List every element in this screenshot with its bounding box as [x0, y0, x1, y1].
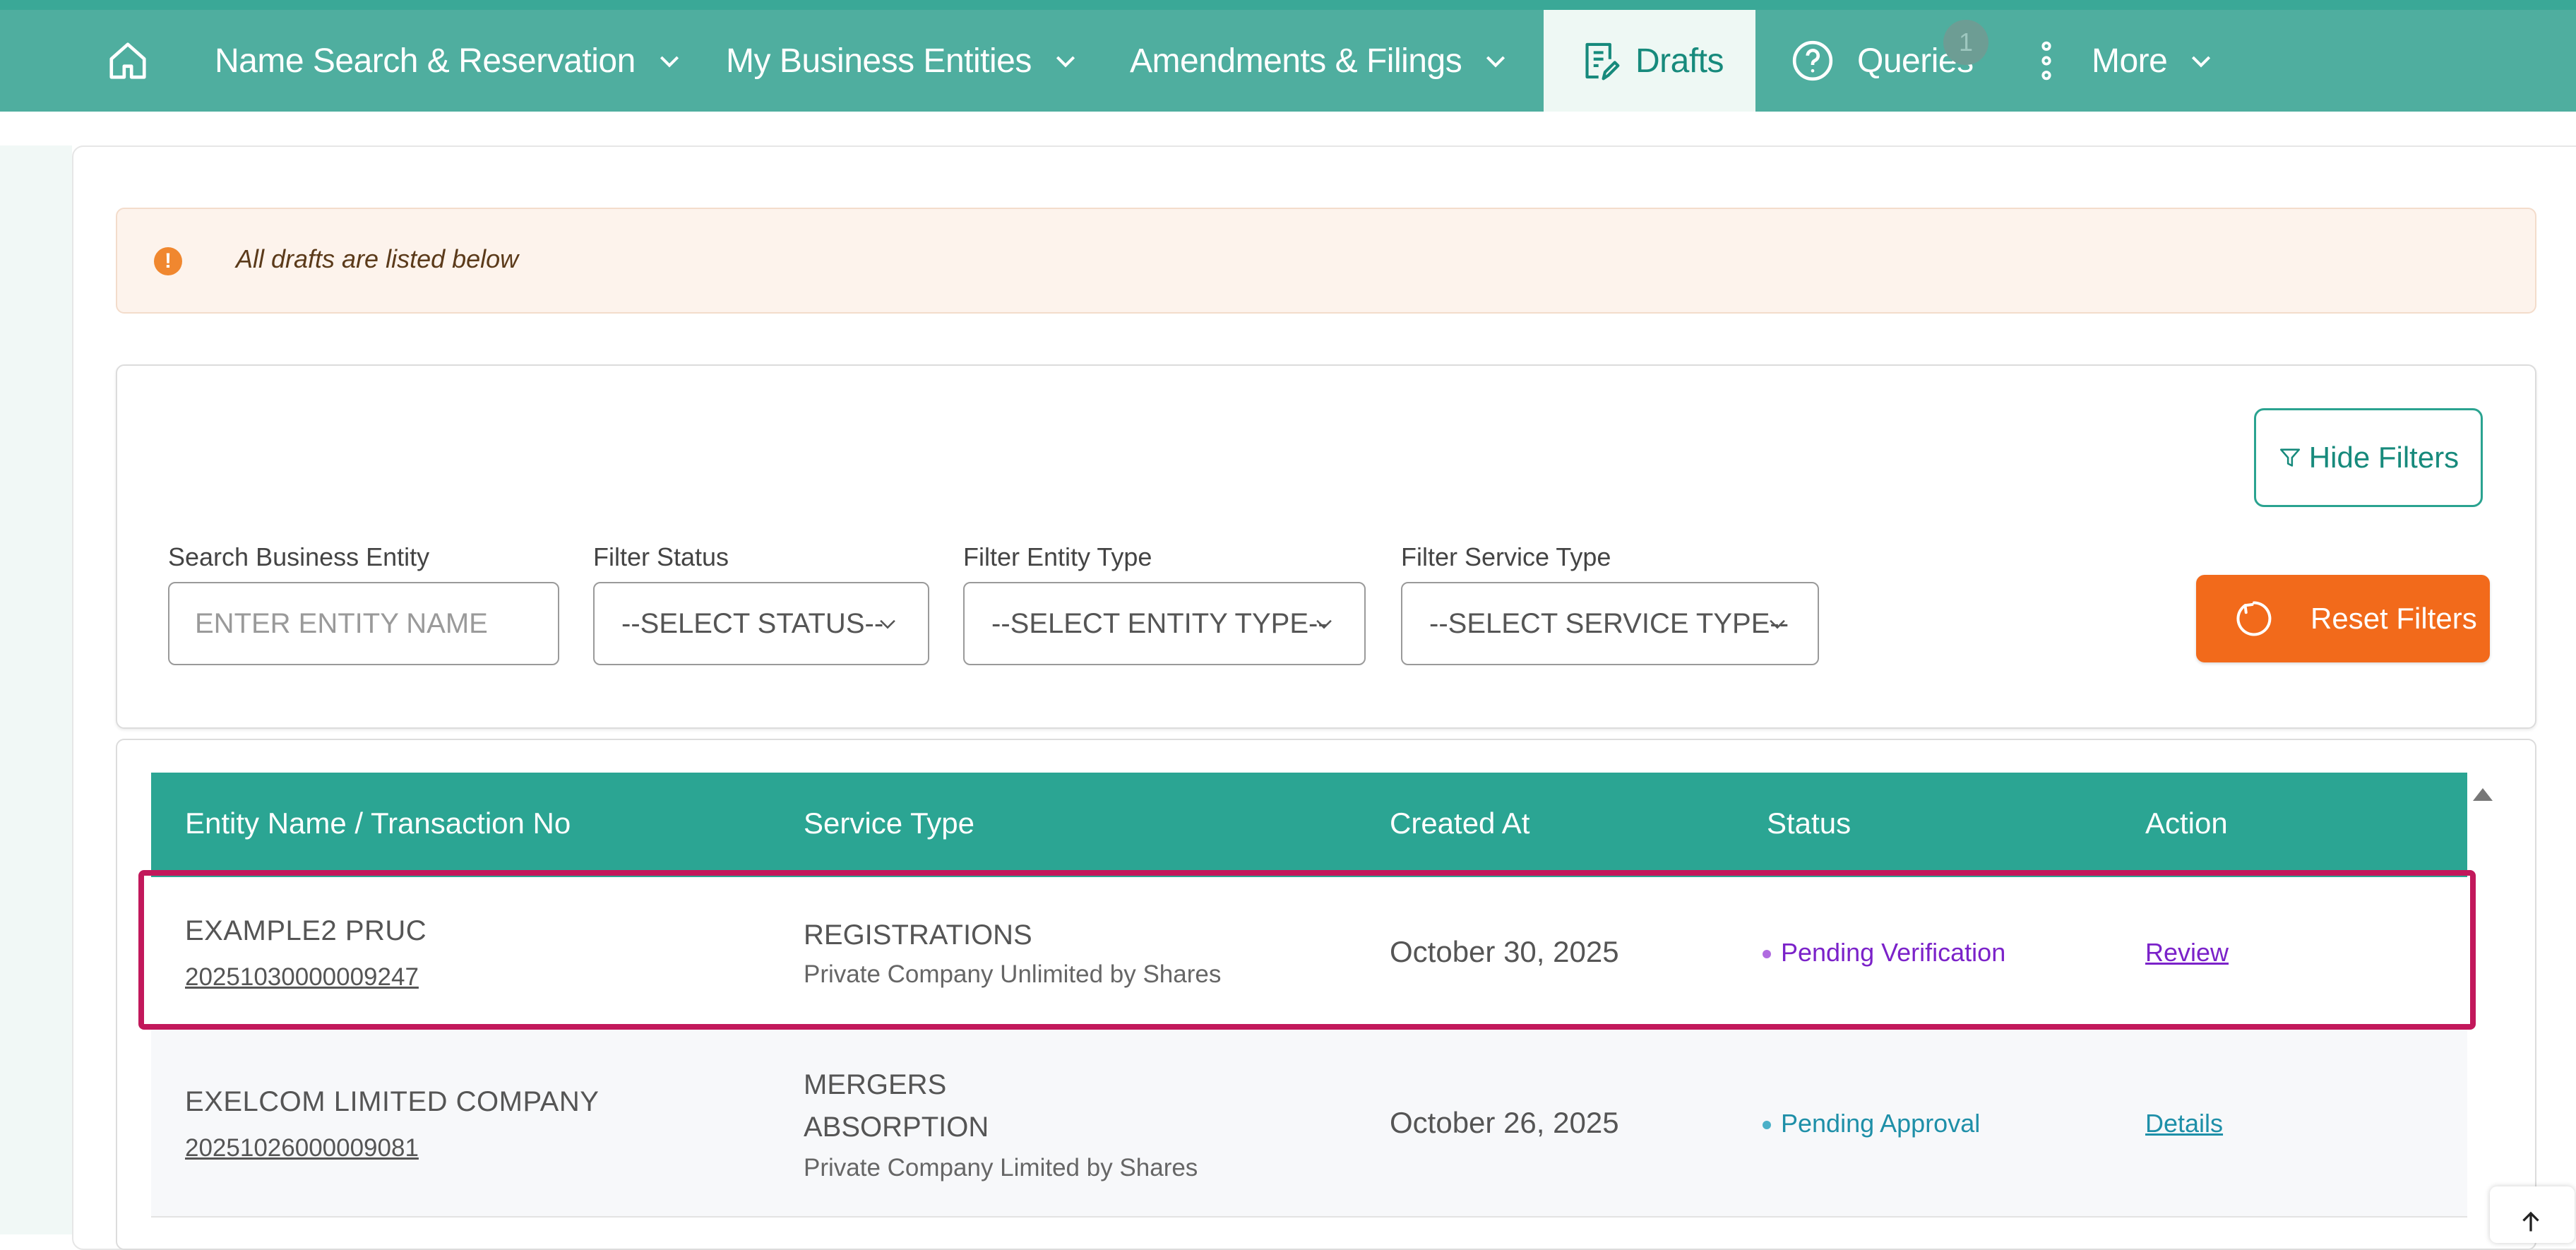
nav-name-search[interactable]: Name Search & Reservation	[215, 10, 684, 112]
alert-message: All drafts are listed below	[236, 244, 519, 273]
chevron-down-icon	[660, 56, 679, 68]
hide-filters-button[interactable]: Hide Filters	[2254, 408, 2483, 507]
reset-filters-button[interactable]: Reset Filters	[2196, 575, 2490, 662]
chevron-down-icon	[880, 619, 895, 629]
nav-more[interactable]: More	[2034, 10, 2215, 112]
column-header-service-type: Service Type	[804, 806, 975, 840]
arrow-up-icon	[2522, 1211, 2539, 1232]
nav-drafts[interactable]: Drafts	[1544, 10, 1755, 112]
filter-funnel-icon	[2279, 448, 2300, 467]
status-text: Pending Approval	[1781, 1109, 1981, 1138]
reset-filters-label: Reset Filters	[2310, 602, 2477, 635]
hide-filters-label: Hide Filters	[2308, 441, 2459, 474]
status-dot	[1763, 1121, 1771, 1130]
column-header-status: Status	[1767, 806, 1852, 840]
chevron-down-icon	[1770, 619, 1785, 629]
info-alert: ! All drafts are listed below	[116, 208, 2536, 314]
column-header-entity: Entity Name / Transaction No	[185, 806, 571, 840]
chevron-down-icon	[1486, 56, 1505, 68]
service-type-line-2: ABSORPTION	[804, 1112, 989, 1143]
entity-name: EXELCOM LIMITED COMPANY	[185, 1086, 600, 1117]
chevron-down-icon	[1056, 56, 1075, 68]
nav-name-search-label: Name Search & Reservation	[215, 42, 636, 80]
nav-amendments-filings-label: Amendments & Filings	[1130, 42, 1462, 80]
service-subtype: Private Company Limited by Shares	[804, 1154, 1198, 1181]
details-link[interactable]: Details	[2145, 1109, 2223, 1138]
main-navbar: Name Search & Reservation My Business En…	[0, 10, 2576, 112]
top-accent-line	[0, 0, 2576, 10]
queries-count-badge: 1	[1943, 20, 1988, 65]
service-type: MERGERS	[804, 1069, 947, 1100]
filter-entity-type-select[interactable]: --SELECT ENTITY TYPE--	[963, 582, 1366, 665]
filter-entity-type-label: Filter Entity Type	[963, 542, 1152, 571]
created-at: October 26, 2025	[1390, 1106, 1619, 1139]
refresh-icon	[2236, 601, 2272, 636]
exclamation-circle-icon: !	[154, 247, 182, 275]
nav-amendments-filings[interactable]: Amendments & Filings	[1130, 10, 1510, 112]
search-entity-input[interactable]: ENTER ENTITY NAME	[168, 582, 559, 665]
nav-my-business-entities-label: My Business Entities	[726, 42, 1032, 80]
chevron-down-icon	[1316, 619, 1332, 629]
filter-service-type-label: Filter Service Type	[1401, 542, 1611, 571]
column-header-action: Action	[2145, 806, 2228, 840]
home-icon	[109, 42, 146, 79]
filter-service-type-value: --SELECT SERVICE TYPE--	[1429, 607, 1789, 639]
document-edit-icon	[1585, 42, 1620, 81]
question-circle-icon	[1792, 40, 1833, 81]
nav-more-label: More	[2092, 42, 2168, 80]
nav-my-business-entities[interactable]: My Business Entities	[726, 10, 1080, 112]
search-entity-label: Search Business Entity	[168, 542, 430, 571]
home-nav-button[interactable]	[106, 10, 150, 112]
nav-queries[interactable]: Queries	[1791, 10, 1974, 112]
status-badge: Pending Approval	[1763, 1109, 1980, 1138]
filter-status-value: --SELECT STATUS--	[621, 607, 884, 639]
filter-panel	[116, 364, 2536, 729]
nav-drafts-label: Drafts	[1635, 42, 1724, 80]
row-highlight-outline	[138, 870, 2476, 1030]
scroll-up-arrow-icon[interactable]	[2473, 788, 2493, 801]
left-background-strip	[0, 145, 72, 1234]
column-header-created-at: Created At	[1390, 806, 1530, 840]
table-row: EXELCOM LIMITED COMPANY 2025102600000908…	[151, 1030, 2467, 1218]
back-to-top-button[interactable]	[2490, 1186, 2575, 1243]
vertical-dots-icon	[2041, 41, 2051, 81]
filter-service-type-select[interactable]: --SELECT SERVICE TYPE--	[1401, 582, 1819, 665]
chevron-down-icon	[2192, 56, 2211, 68]
table-header: Entity Name / Transaction No Service Typ…	[151, 773, 2467, 877]
filter-status-select[interactable]: --SELECT STATUS--	[593, 582, 929, 665]
transaction-number-link[interactable]: 20251026000009081	[185, 1134, 419, 1162]
filter-status-label: Filter Status	[593, 542, 729, 571]
filter-entity-type-value: --SELECT ENTITY TYPE--	[991, 607, 1328, 639]
